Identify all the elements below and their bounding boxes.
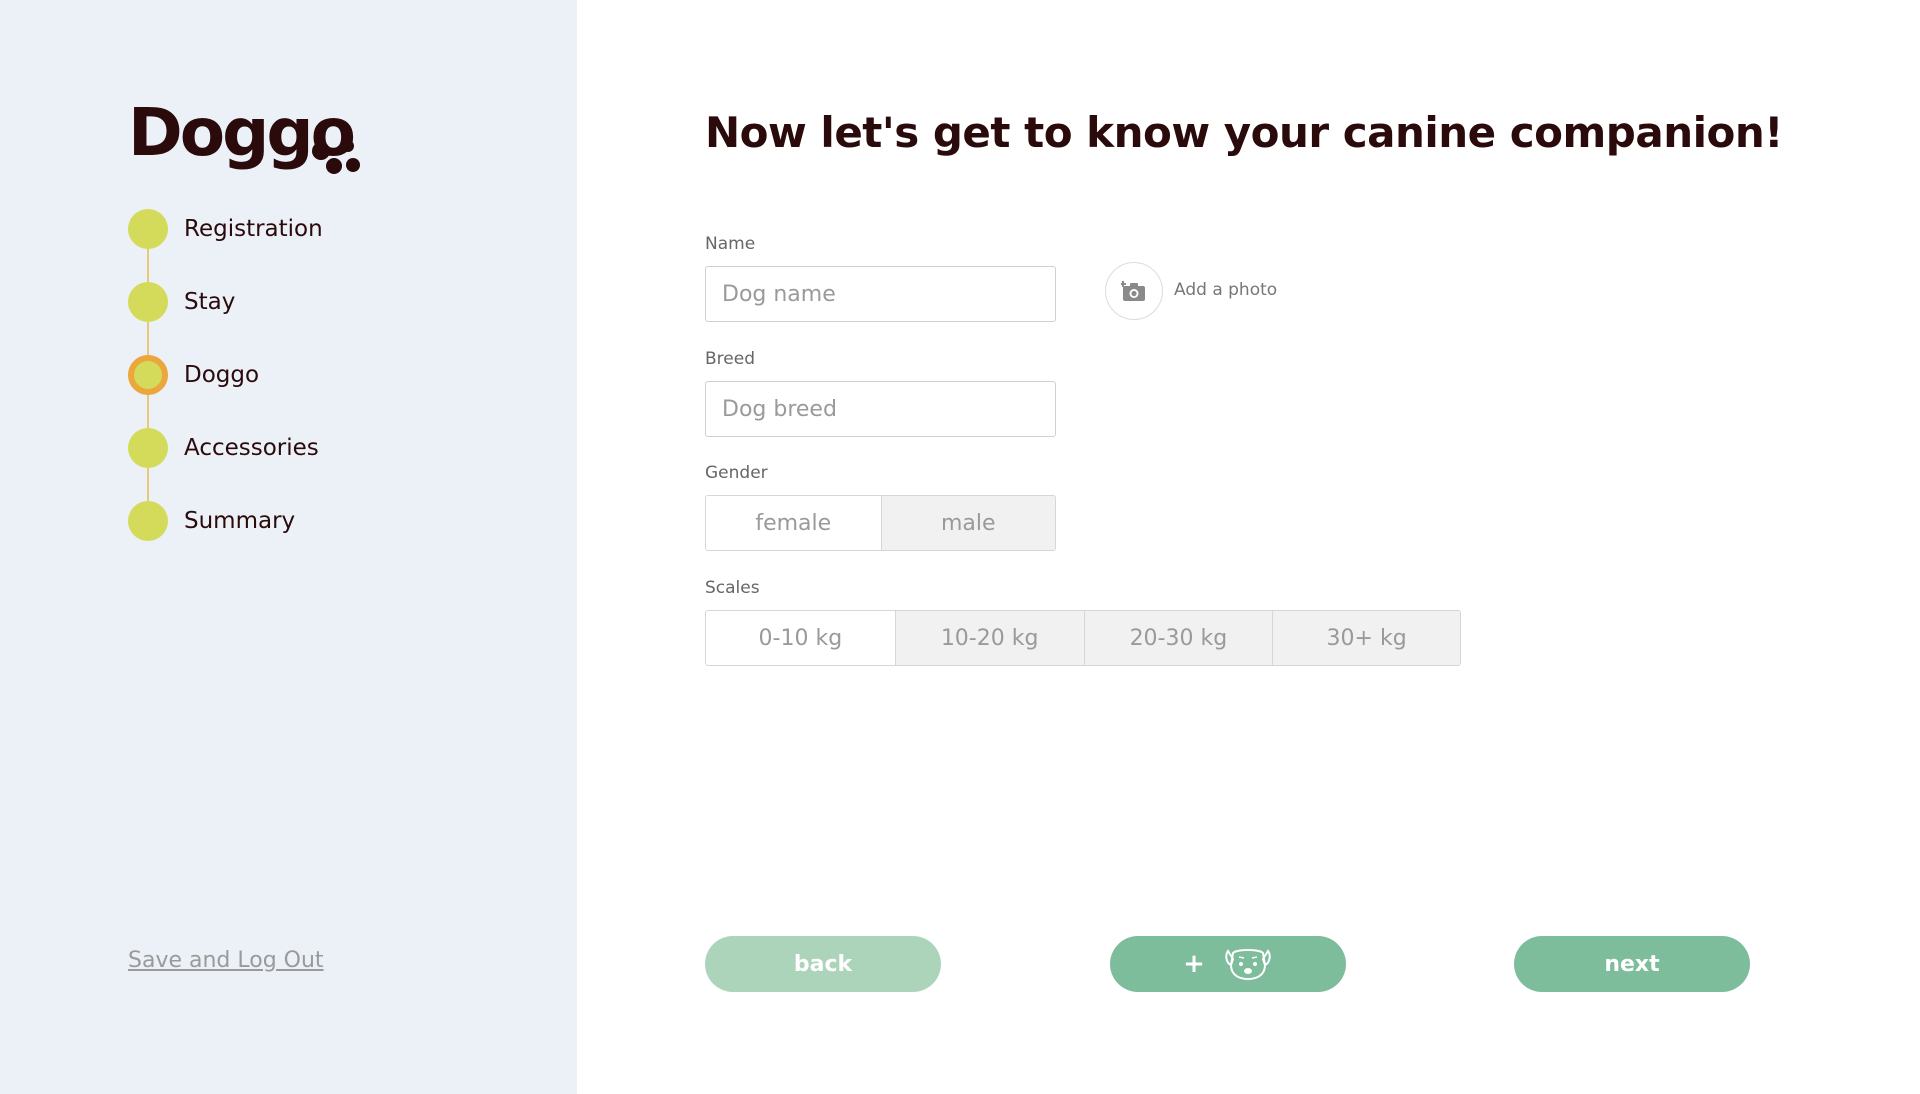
scale-option-30-plus[interactable]: 30+ kg	[1272, 611, 1460, 665]
step-accessories[interactable]: Accessories	[128, 428, 319, 468]
camera-add-icon	[1121, 281, 1145, 301]
step-dot-icon	[128, 501, 168, 541]
step-label: Summary	[184, 508, 296, 534]
name-label: Name	[705, 234, 756, 254]
gender-label: Gender	[705, 463, 768, 483]
step-label: Doggo	[184, 362, 260, 388]
dog-face-icon	[1225, 949, 1271, 981]
scale-option-10-20[interactable]: 10-20 kg	[894, 611, 1084, 665]
add-photo-label: Add a photo	[1174, 280, 1278, 300]
logo-paw-dots-icon	[312, 140, 372, 182]
step-label: Stay	[184, 289, 236, 315]
back-button[interactable]: back	[705, 936, 941, 992]
scale-option-20-30[interactable]: 20-30 kg	[1083, 611, 1273, 665]
next-button[interactable]: next	[1514, 936, 1750, 992]
gender-option-female[interactable]: female	[706, 496, 881, 550]
step-registration[interactable]: Registration	[128, 209, 323, 249]
breed-label: Breed	[705, 349, 755, 369]
step-label: Registration	[184, 216, 323, 242]
add-photo-button[interactable]	[1105, 262, 1163, 320]
step-dot-icon	[128, 282, 168, 322]
step-stay[interactable]: Stay	[128, 282, 235, 322]
step-summary[interactable]: Summary	[128, 501, 295, 541]
add-dog-button[interactable]: +	[1110, 936, 1346, 992]
save-and-logout-link[interactable]: Save and Log Out	[128, 948, 324, 973]
step-dot-active-icon	[128, 355, 168, 395]
step-doggo[interactable]: Doggo	[128, 355, 259, 395]
scale-option-0-10[interactable]: 0-10 kg	[706, 611, 895, 665]
scales-selector: 0-10 kg 10-20 kg 20-30 kg 30+ kg	[705, 610, 1461, 666]
scales-label: Scales	[705, 578, 760, 598]
step-label: Accessories	[184, 435, 319, 461]
dog-breed-input[interactable]	[705, 381, 1056, 437]
sidebar: Doggo Registration Stay Doggo Accessorie…	[0, 0, 577, 1094]
plus-label: +	[1183, 949, 1205, 979]
gender-selector: female male	[705, 495, 1056, 551]
dog-name-input[interactable]	[705, 266, 1056, 322]
gender-option-male[interactable]: male	[880, 496, 1055, 550]
page-title: Now let's get to know your canine compan…	[705, 108, 1783, 157]
step-dot-icon	[128, 428, 168, 468]
step-dot-icon	[128, 209, 168, 249]
